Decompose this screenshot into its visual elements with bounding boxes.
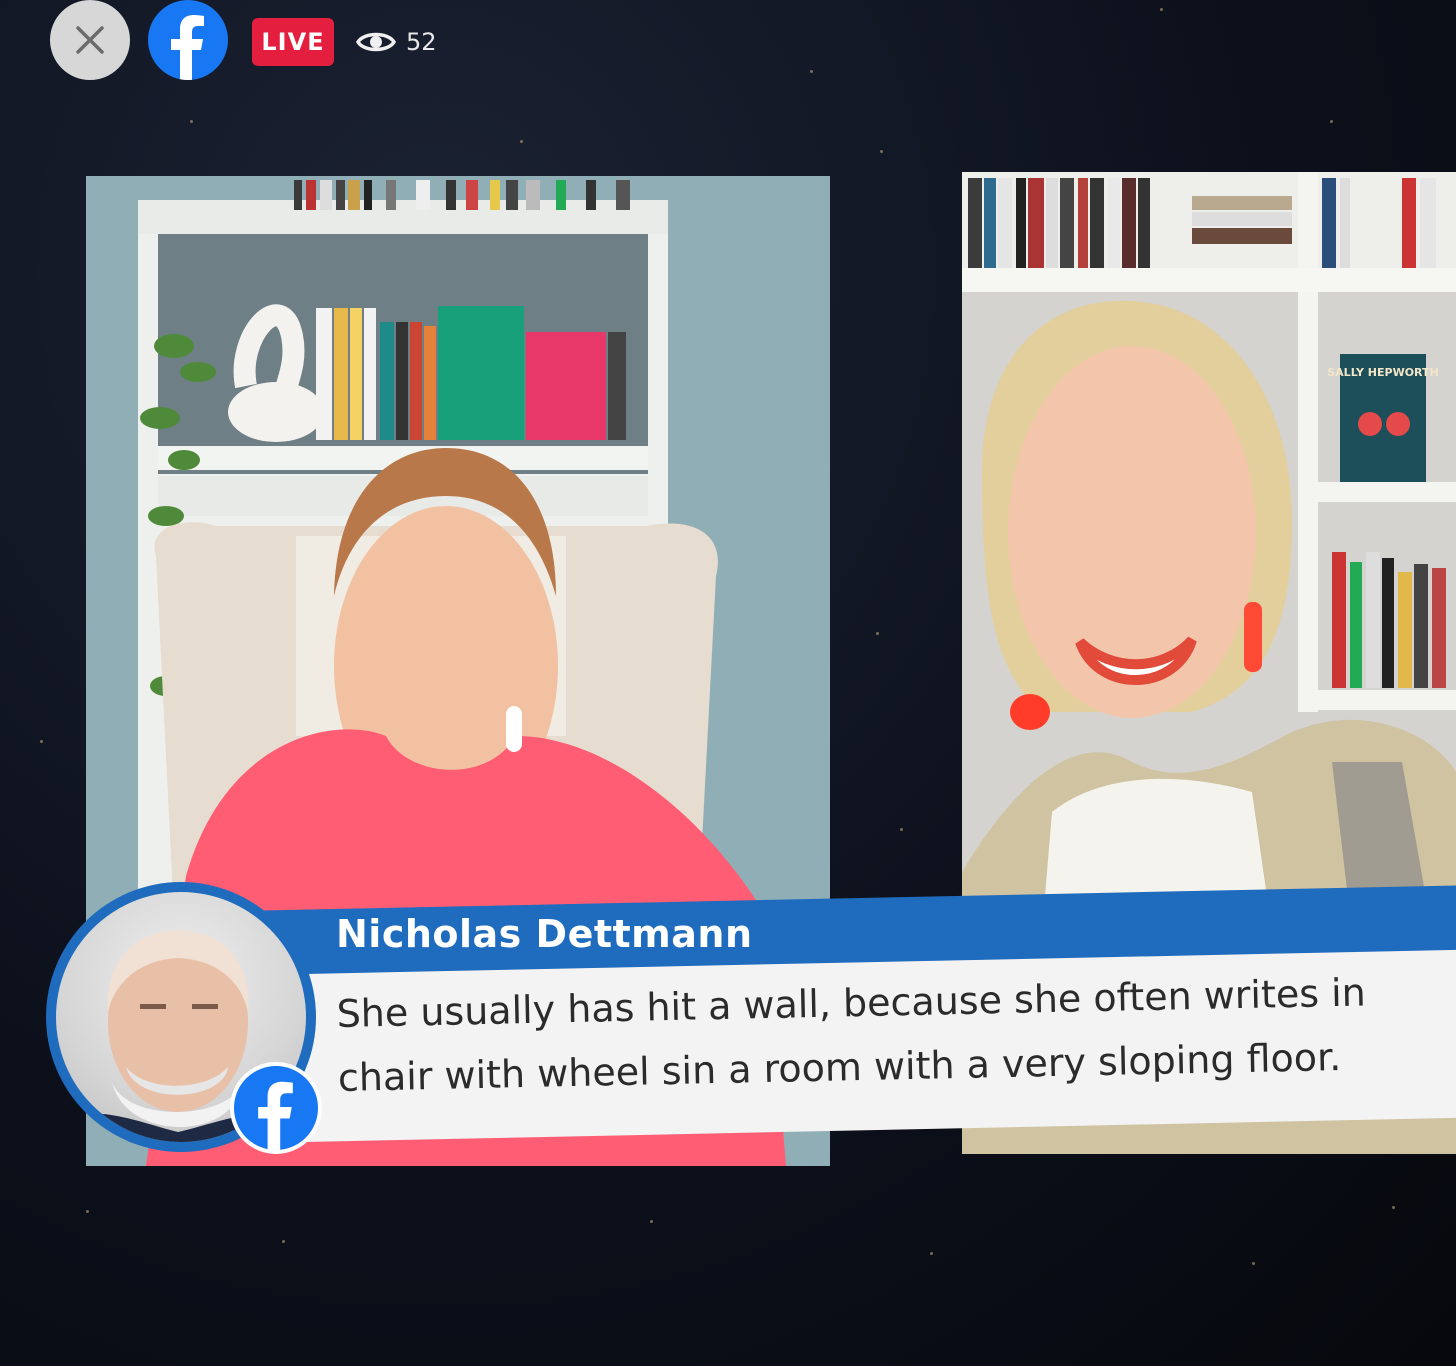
background-speck <box>86 1210 89 1213</box>
avatar-facebook-badge <box>230 1062 322 1154</box>
close-icon <box>76 26 104 54</box>
background-speck <box>876 632 879 635</box>
background-speck <box>1252 1262 1255 1265</box>
background-speck <box>1392 1206 1395 1209</box>
background-speck <box>520 140 523 143</box>
background-speck <box>900 828 903 831</box>
background-speck <box>650 1220 653 1223</box>
background-speck <box>40 740 43 743</box>
viewer-count-value: 52 <box>406 28 437 56</box>
live-badge: LIVE <box>252 18 334 66</box>
background-speck <box>1160 8 1163 11</box>
viewer-count: 52 <box>356 22 437 62</box>
background-speck <box>282 1240 285 1243</box>
commenter-name: Nicholas Dettmann <box>336 912 753 956</box>
background-speck <box>930 1252 933 1255</box>
eye-icon <box>356 32 396 52</box>
background-speck <box>880 150 883 153</box>
facebook-button[interactable] <box>148 0 228 80</box>
comment-text: She usually has hit a wall, because she … <box>336 959 1448 1110</box>
background-speck <box>1330 120 1333 123</box>
background-speck <box>810 70 813 73</box>
facebook-icon <box>171 15 204 80</box>
background-speck <box>190 120 193 123</box>
live-stream-screen: LIVE 52 SALLY HEPWORTH Nicholas Dettmann… <box>0 0 1456 1366</box>
facebook-icon <box>258 1081 293 1150</box>
close-button[interactable] <box>50 0 130 80</box>
book-author-label: SALLY HEPWORTH <box>1327 366 1439 379</box>
